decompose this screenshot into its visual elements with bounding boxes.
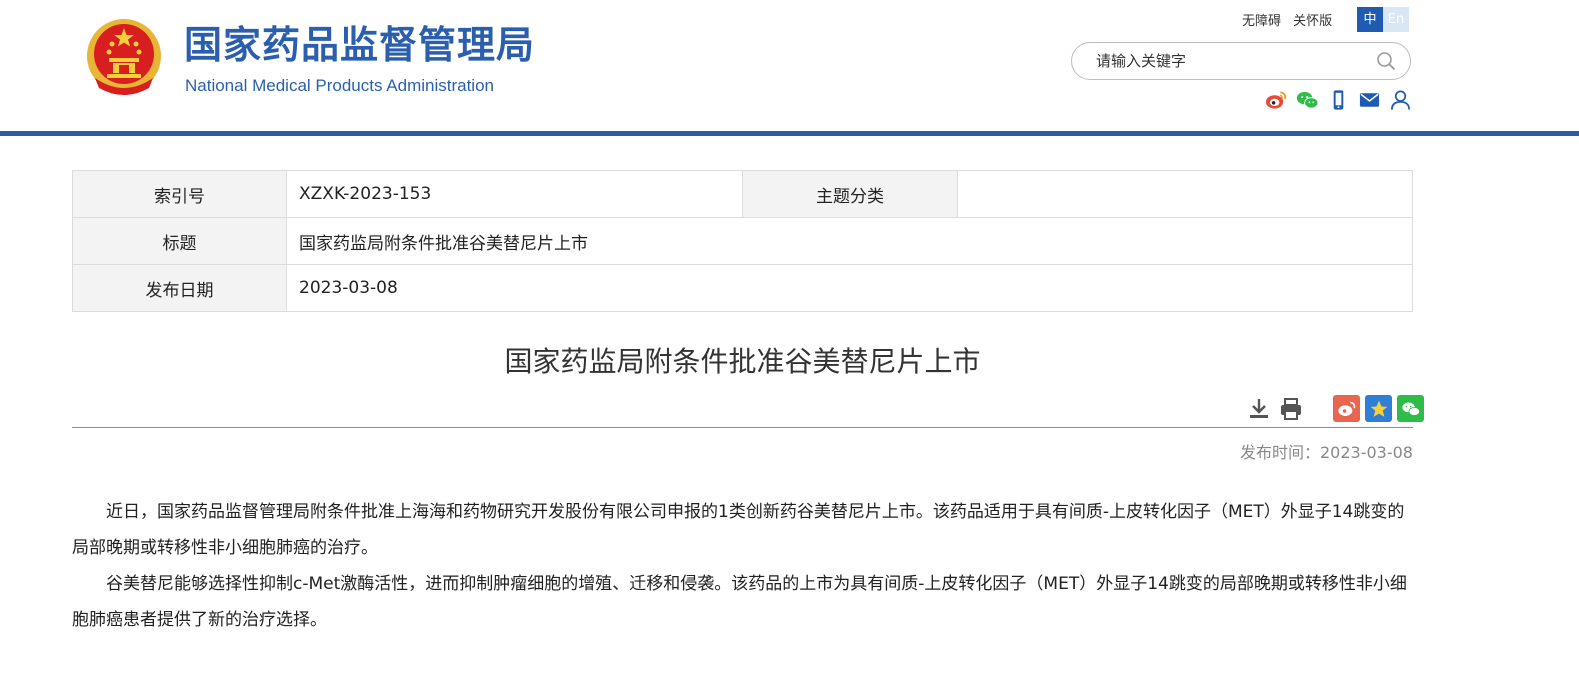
category-label: 主题分类 <box>742 170 958 218</box>
meta-row-date: 发布日期 2023-03-08 <box>72 264 1413 312</box>
share-weibo-button[interactable] <box>1333 395 1360 422</box>
index-value: XZXK-2023-153 <box>286 170 743 218</box>
weibo-icon <box>1337 401 1355 416</box>
site-header: 国家药品监督管理局 National Medical Products Admi… <box>0 0 1579 136</box>
date-value: 2023-03-08 <box>286 264 1413 312</box>
meta-row-title: 标题 国家药监局附条件批准谷美替尼片上市 <box>72 217 1413 265</box>
wechat-icon <box>1401 401 1420 416</box>
mobile-icon[interactable] <box>1327 89 1350 111</box>
title-divider <box>72 427 1413 428</box>
share-wechat-button[interactable] <box>1397 395 1424 422</box>
index-label: 索引号 <box>72 170 287 218</box>
category-value <box>957 170 1413 218</box>
user-icon[interactable] <box>1389 89 1412 111</box>
meta-row-index: 索引号 XZXK-2023-153 主题分类 <box>72 170 1413 218</box>
site-title-en[interactable]: National Medical Products Administration <box>185 76 494 96</box>
print-icon[interactable] <box>1278 396 1304 422</box>
share-favorite-button[interactable] <box>1365 395 1392 422</box>
national-emblem-icon[interactable] <box>85 16 163 96</box>
accessibility-link[interactable]: 无障碍 <box>1242 14 1281 29</box>
search-box <box>1071 42 1411 80</box>
title-label: 标题 <box>72 217 287 265</box>
article-paragraph: 近日，国家药品监督管理局附条件批准上海海和药物研究开发股份有限公司申报的1类创新… <box>72 502 1405 558</box>
article-toolbar <box>1246 395 1424 422</box>
title-value: 国家药监局附条件批准谷美替尼片上市 <box>286 217 1413 265</box>
search-input[interactable] <box>1094 51 1368 71</box>
language-switch: 中 En <box>1357 7 1409 32</box>
search-icon[interactable] <box>1376 51 1396 71</box>
article-paragraph: 谷美替尼能够选择性抑制c-Met激酶活性，进而抑制肿瘤细胞的增殖、迁移和侵袭。该… <box>72 574 1407 630</box>
utility-links: 无障碍 关怀版 <box>1242 10 1340 29</box>
lang-en-button[interactable]: En <box>1383 7 1409 32</box>
date-label: 发布日期 <box>72 264 287 312</box>
publish-time: 发布时间：2023-03-08 <box>1240 443 1413 462</box>
article-title: 国家药监局附条件批准谷美替尼片上市 <box>504 345 981 378</box>
weibo-icon[interactable] <box>1265 89 1288 111</box>
star-icon <box>1370 400 1387 417</box>
download-icon[interactable] <box>1246 396 1272 422</box>
elder-mode-link[interactable]: 关怀版 <box>1293 14 1332 29</box>
lang-zh-button[interactable]: 中 <box>1357 7 1383 32</box>
article-body: 近日，国家药品监督管理局附条件批准上海海和药物研究开发股份有限公司申报的1类创新… <box>72 494 1413 638</box>
article-meta-table: 索引号 XZXK-2023-153 主题分类 标题 国家药监局附条件批准谷美替尼… <box>72 170 1413 312</box>
social-links <box>1265 89 1412 111</box>
wechat-icon[interactable] <box>1296 89 1319 111</box>
mail-icon[interactable] <box>1358 89 1381 111</box>
site-title-cn[interactable]: 国家药品监督管理局 <box>184 22 535 68</box>
